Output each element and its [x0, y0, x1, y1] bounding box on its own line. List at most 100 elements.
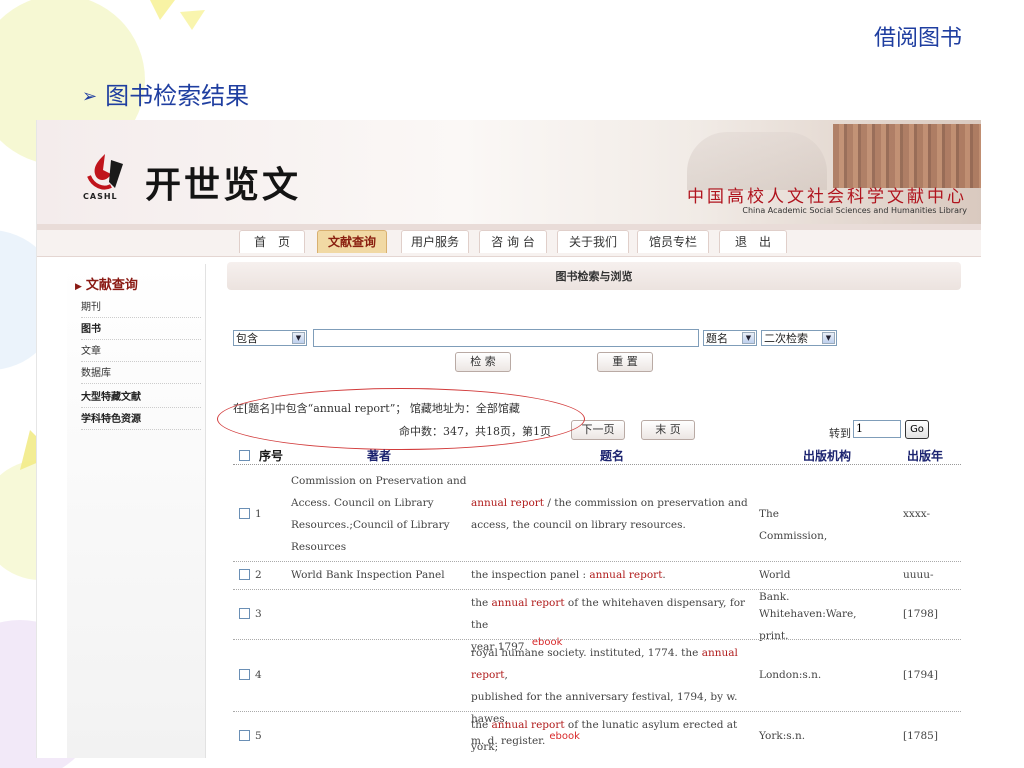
title-text: / the commission on preservation and	[544, 497, 748, 509]
row-title[interactable]: the annual report of the lunatic asylum …	[471, 714, 757, 758]
field-select[interactable]: 题名 ▼	[703, 330, 757, 346]
title-line: the annual report of the lunatic asylum …	[471, 714, 757, 758]
panel-title: 图书检索与浏览	[555, 270, 633, 283]
annotation-oval	[217, 388, 585, 450]
title-highlight: annual report	[491, 597, 565, 609]
title-highlight: annual report	[589, 569, 663, 581]
header-divider	[233, 464, 961, 465]
title-text: the	[471, 597, 492, 609]
title-text: the	[471, 719, 492, 731]
row-checkbox[interactable]	[239, 569, 250, 580]
triangle-right-icon: ▶	[75, 282, 82, 292]
refine-select[interactable]: 二次检索 ▼	[761, 330, 837, 346]
search-button[interactable]: 检 索	[455, 352, 511, 372]
sidebar-heading-label: 文献查询	[85, 278, 138, 293]
column-header-publisher: 出版机构	[803, 449, 852, 463]
title-text: .	[662, 569, 666, 581]
select-all-checkbox[interactable]	[239, 450, 250, 461]
title-text: access, the council on library resources…	[471, 519, 686, 531]
center-name-cn: 中国高校人文社会科学文献中心	[687, 187, 967, 207]
row-year: [1798]	[903, 608, 938, 620]
title-line: the inspection panel : annual report.	[471, 564, 757, 586]
slide-bullet: ➢ 图书检索结果	[82, 76, 249, 111]
row-author: World Bank Inspection Panel	[291, 564, 467, 586]
nav-tab-home[interactable]: 首 页	[239, 230, 305, 253]
column-header-author: 著者	[367, 449, 392, 463]
title-text: royal humane society. instituted, 1774. …	[471, 647, 702, 659]
slide-title: 借阅图书	[873, 26, 962, 51]
row-number: 3	[255, 608, 262, 620]
row-checkbox[interactable]	[239, 608, 250, 619]
goto-label: 转到	[829, 427, 851, 440]
match-type-value: 包含	[236, 332, 258, 345]
sidebar-heading: ▶ 文献查询	[75, 274, 138, 293]
panel-title-bar: 图书检索与浏览	[227, 262, 961, 290]
center-name-en: China Academic Social Sciences and Human…	[742, 206, 967, 215]
title-highlight: annual report	[471, 497, 545, 509]
row-year: [1794]	[903, 669, 938, 681]
logo-cashl-text: CASHL	[83, 192, 118, 201]
sidebar-item-journals[interactable]: 期刊	[81, 298, 201, 318]
row-number: 4	[255, 669, 262, 681]
row-publisher: Whitehaven:Ware, print.	[759, 608, 857, 642]
row-divider	[233, 561, 961, 562]
chevron-down-icon: ▼	[822, 332, 835, 344]
sidebar-item-books[interactable]: 图书	[81, 320, 201, 340]
row-year: xxxx-	[903, 508, 931, 520]
go-button[interactable]: Go	[905, 420, 929, 439]
sidebar-item-special-collections[interactable]: 大型特藏文献	[81, 388, 201, 408]
nav-tab-search[interactable]: 文献查询	[317, 230, 387, 253]
bullet-text: 图书检索结果	[105, 82, 250, 110]
goto-page-input[interactable]: 1	[853, 420, 901, 438]
search-input[interactable]	[313, 329, 699, 347]
row-title[interactable]: annual report / the commission on preser…	[471, 492, 757, 536]
nav-tab-about[interactable]: 关于我们	[557, 230, 629, 253]
row-checkbox[interactable]	[239, 669, 250, 680]
row-author: Commission on Preservation and Access. Co…	[291, 470, 467, 558]
row-year: uuuu-	[903, 569, 934, 581]
author-line: Resources.;Council of Library	[291, 519, 450, 531]
bookshelf-image	[833, 124, 981, 188]
last-page-button[interactable]: 末 页	[641, 420, 695, 440]
title-line: annual report / the commission on preser…	[471, 492, 757, 514]
author-line: World Bank Inspection Panel	[291, 569, 445, 581]
column-header-number: 序号	[259, 449, 284, 463]
title-line: royal humane society. instituted, 1774. …	[471, 642, 757, 686]
chevron-down-icon: ▼	[742, 332, 755, 344]
sidebar-item-databases[interactable]: 数据库	[81, 364, 201, 384]
row-divider	[233, 639, 961, 640]
refine-value: 二次检索	[764, 332, 808, 345]
column-header-title: 题名	[600, 449, 625, 463]
row-year: [1785]	[903, 730, 938, 742]
row-divider	[233, 589, 961, 590]
row-number: 2	[255, 569, 262, 581]
row-publisher: York:s.n.	[759, 730, 806, 742]
row-number: 5	[255, 730, 262, 742]
bullet-arrow-icon: ➢	[82, 86, 98, 107]
cashl-logo-icon	[87, 154, 123, 190]
sidebar-item-subject-resources[interactable]: 学科特色资源	[81, 410, 201, 430]
match-type-select[interactable]: 包含 ▼	[233, 330, 307, 346]
sidebar-item-articles[interactable]: 文章	[81, 342, 201, 362]
author-line: Resources	[291, 541, 347, 553]
chevron-down-icon: ▼	[292, 332, 305, 344]
row-publisher: World Bank.	[759, 569, 791, 603]
field-value: 题名	[706, 332, 728, 345]
author-line: Commission on Preservation and	[291, 475, 467, 487]
row-title[interactable]: the inspection panel : annual report.	[471, 564, 757, 586]
nav-tab-user-service[interactable]: 用户服务	[401, 230, 469, 253]
row-publisher: London:s.n.	[759, 669, 822, 681]
logo-title: 开世览文	[145, 165, 302, 206]
nav-tab-logout[interactable]: 退 出	[719, 230, 787, 253]
row-checkbox[interactable]	[239, 508, 250, 519]
title-highlight: annual report	[491, 719, 565, 731]
row-checkbox[interactable]	[239, 730, 250, 741]
row-number: 1	[255, 508, 262, 520]
row-divider	[233, 711, 961, 712]
nav-tab-librarian[interactable]: 馆员专栏	[637, 230, 709, 253]
title-text: ,	[504, 669, 508, 681]
row-publisher: The Commission,	[759, 508, 828, 542]
reset-button[interactable]: 重 置	[597, 352, 653, 372]
nav-tab-help-desk[interactable]: 咨 询 台	[479, 230, 547, 253]
title-text: the inspection panel :	[471, 569, 590, 581]
